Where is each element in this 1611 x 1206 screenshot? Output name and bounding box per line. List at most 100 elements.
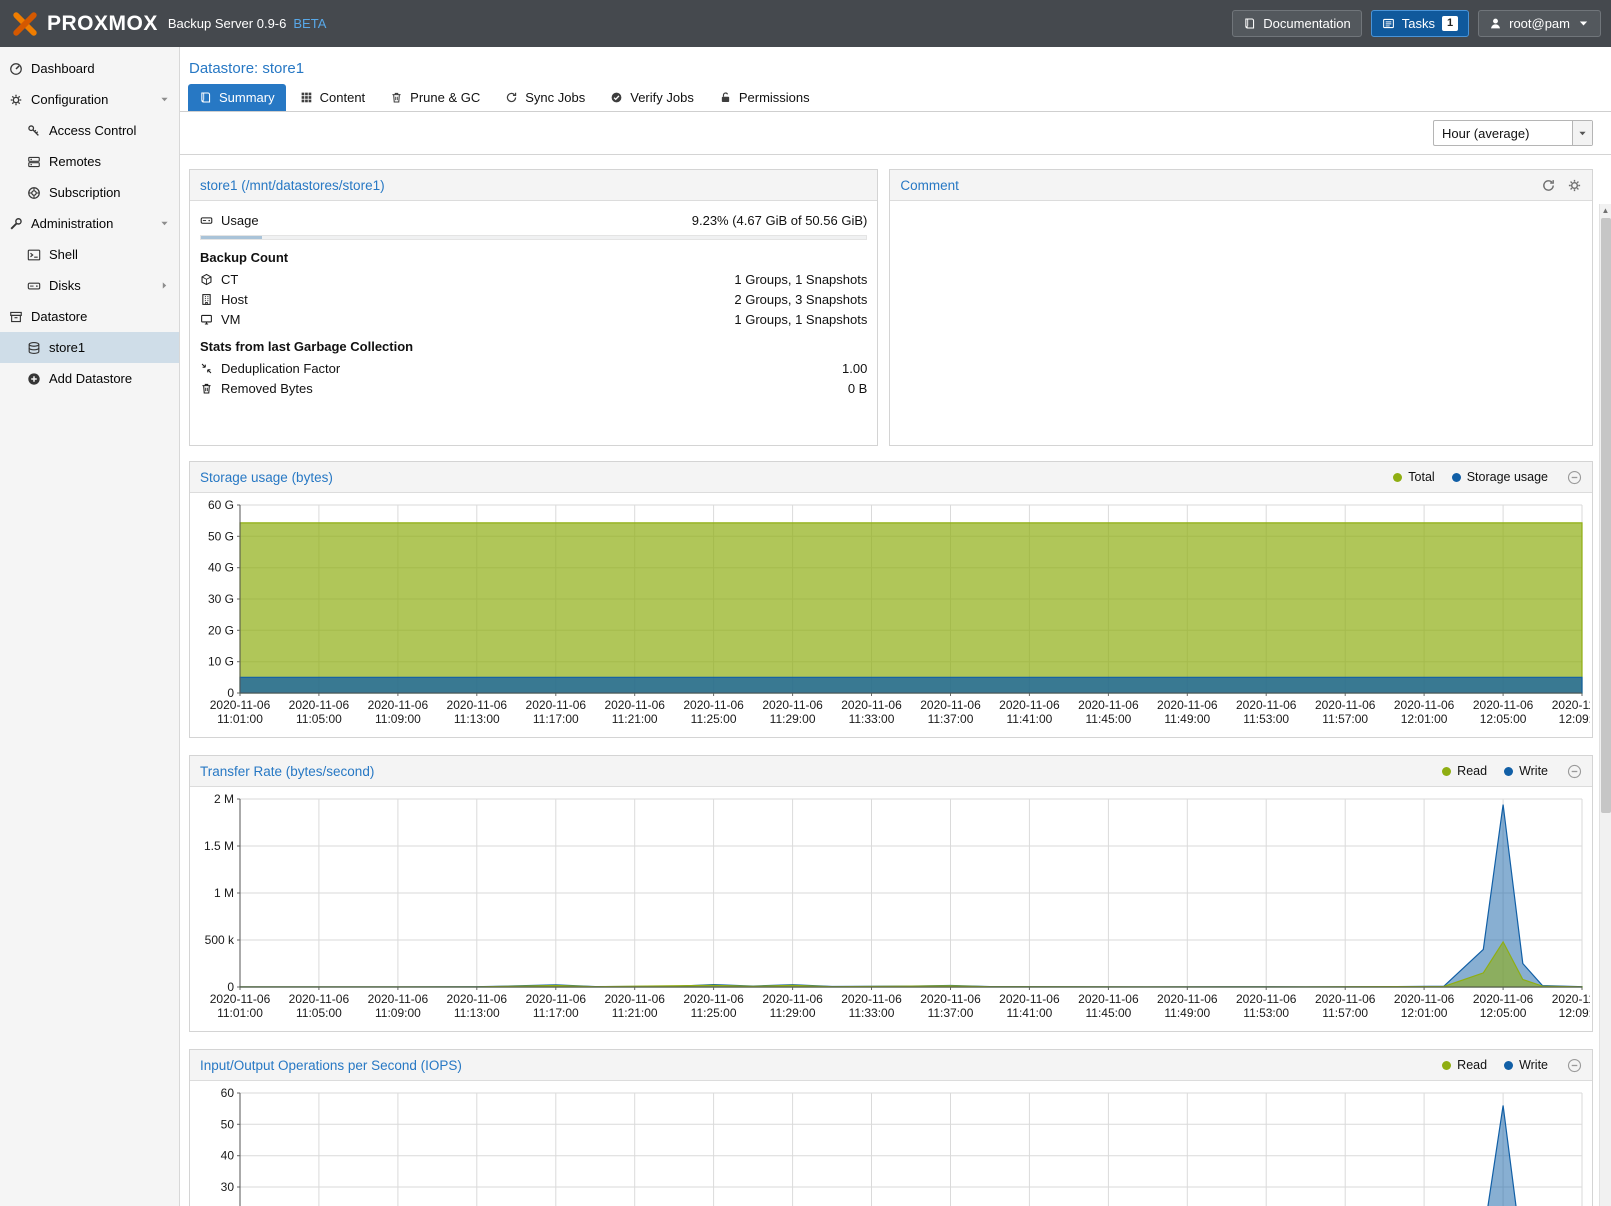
legend-dot xyxy=(1504,1061,1513,1070)
legend-item[interactable]: Total xyxy=(1393,470,1434,484)
svg-text:2 M: 2 M xyxy=(214,792,234,806)
svg-text:2020-11-0611:09:00: 2020-11-0611:09:00 xyxy=(368,698,429,726)
wrench-icon xyxy=(9,217,23,231)
time-range-select[interactable]: Hour (average) xyxy=(1433,120,1593,146)
comment-content[interactable] xyxy=(890,201,1592,445)
usage-progress-fill xyxy=(201,236,262,239)
svg-text:2020-11-0611:41:00: 2020-11-0611:41:00 xyxy=(999,992,1060,1020)
scroll-up-arrow[interactable]: ▲ xyxy=(1600,204,1611,217)
legend-item[interactable]: Read xyxy=(1442,764,1487,778)
row-value: 0 B xyxy=(848,381,868,396)
tab-content[interactable]: Content xyxy=(289,84,377,111)
support-icon xyxy=(27,186,41,200)
svg-text:1.5 M: 1.5 M xyxy=(204,839,234,853)
sidebar-item-datastore[interactable]: Datastore xyxy=(0,301,179,332)
expander-right-icon[interactable] xyxy=(159,280,170,291)
datastore-summary-panel: store1 (/mnt/datastores/store1) Usage 9.… xyxy=(189,169,878,446)
plus-circle-icon xyxy=(27,372,41,386)
chart-title: Storage usage (bytes) xyxy=(200,470,333,485)
tasks-icon xyxy=(1382,17,1395,30)
row-label: Removed Bytes xyxy=(221,381,313,396)
sidebar-item-label: Dashboard xyxy=(31,61,95,76)
svg-text:2020-11-0611:41:00: 2020-11-0611:41:00 xyxy=(999,698,1060,726)
usage-progress-bar xyxy=(200,235,867,240)
svg-text:2020-11-0611:29:00: 2020-11-0611:29:00 xyxy=(762,698,823,726)
sidebar-item-remotes[interactable]: Remotes xyxy=(0,146,179,177)
cube-icon xyxy=(200,273,213,286)
collapse-icon[interactable] xyxy=(1567,1058,1582,1073)
documentation-button[interactable]: Documentation xyxy=(1232,10,1361,37)
building-icon xyxy=(200,293,213,306)
storage-usage-chart: 2020-11-0611:01:002020-11-0611:05:002020… xyxy=(192,495,1590,735)
tab-permissions[interactable]: Permissions xyxy=(708,84,821,111)
svg-text:2020-11-0611:45:00: 2020-11-0611:45:00 xyxy=(1078,698,1139,726)
svg-text:60 G: 60 G xyxy=(208,498,234,512)
svg-text:0: 0 xyxy=(227,686,234,700)
trash-icon xyxy=(390,91,403,104)
transfer-rate-panel: Transfer Rate (bytes/second) ReadWrite 2… xyxy=(189,755,1593,1032)
sidebar-item-store1[interactable]: store1 xyxy=(0,332,179,363)
sidebar-item-disks[interactable]: Disks xyxy=(0,270,179,301)
svg-text:2020-11-0611:01:00: 2020-11-0611:01:00 xyxy=(210,992,271,1020)
svg-text:2020-11-0611:17:00: 2020-11-0611:17:00 xyxy=(526,992,587,1020)
reload-icon[interactable] xyxy=(1541,178,1556,193)
gear-icon[interactable] xyxy=(1567,178,1582,193)
svg-text:2020-11-0611:33:00: 2020-11-0611:33:00 xyxy=(841,698,902,726)
expander-down-icon[interactable] xyxy=(159,218,170,229)
tab-label: Summary xyxy=(219,90,275,105)
sidebar-item-shell[interactable]: Shell xyxy=(0,239,179,270)
chevron-down-icon xyxy=(1577,17,1590,30)
sidebar-item-configuration[interactable]: Configuration xyxy=(0,84,179,115)
collapse-icon[interactable] xyxy=(1567,470,1582,485)
ct-row: CT 1 Groups, 1 Snapshots xyxy=(200,269,867,289)
tab-label: Permissions xyxy=(739,90,810,105)
legend-label: Read xyxy=(1457,764,1487,778)
panel-title: Comment xyxy=(900,178,959,193)
brand-text: PROXMOX xyxy=(47,12,158,36)
collapse-icon[interactable] xyxy=(1567,764,1582,779)
svg-text:2020-11-0611:21:00: 2020-11-0611:21:00 xyxy=(604,992,665,1020)
vertical-scrollbar[interactable]: ▲ xyxy=(1599,204,1611,1206)
legend-dot xyxy=(1504,767,1513,776)
dashboard-icon xyxy=(9,62,23,76)
svg-text:2020-11-0611:13:00: 2020-11-0611:13:00 xyxy=(447,992,508,1020)
sidebar-item-subscription[interactable]: Subscription xyxy=(0,177,179,208)
tab-sync-jobs[interactable]: Sync Jobs xyxy=(494,84,596,111)
svg-text:2020-11-0612:01:00: 2020-11-0612:01:00 xyxy=(1394,698,1455,726)
chevron-down-icon[interactable] xyxy=(1572,121,1592,145)
proxmox-x-icon xyxy=(10,11,40,37)
expander-down-icon[interactable] xyxy=(159,94,170,105)
usage-row: Usage 9.23% (4.67 GiB of 50.56 GiB) xyxy=(200,210,867,230)
sidebar-item-administration[interactable]: Administration xyxy=(0,208,179,239)
tasks-button[interactable]: Tasks 1 xyxy=(1371,10,1469,37)
sidebar-item-add-datastore[interactable]: Add Datastore xyxy=(0,363,179,394)
tab-prune-gc[interactable]: Prune & GC xyxy=(379,84,491,111)
row-label: VM xyxy=(221,312,241,327)
sidebar-item-dashboard[interactable]: Dashboard xyxy=(0,53,179,84)
legend-item[interactable]: Write xyxy=(1504,764,1548,778)
user-menu-button[interactable]: root@pam xyxy=(1478,10,1601,37)
svg-text:2020-11-0611:09:00: 2020-11-0611:09:00 xyxy=(368,992,429,1020)
legend-item[interactable]: Write xyxy=(1504,1058,1548,1072)
sidebar-item-access-control[interactable]: Access Control xyxy=(0,115,179,146)
scrollbar-thumb[interactable] xyxy=(1601,218,1611,813)
iops-chart: 2020-11-0611:01:002020-11-0611:05:002020… xyxy=(192,1083,1590,1206)
svg-text:2020-11-0611:37:00: 2020-11-0611:37:00 xyxy=(920,698,981,726)
svg-text:2020-11-0611:29:00: 2020-11-0611:29:00 xyxy=(762,992,823,1020)
beta-link[interactable]: BETA xyxy=(293,16,326,31)
legend-dot xyxy=(1442,1061,1451,1070)
legend-item[interactable]: Storage usage xyxy=(1452,470,1548,484)
svg-text:20 G: 20 G xyxy=(208,623,234,637)
svg-text:2020-11-0611:01:00: 2020-11-0611:01:00 xyxy=(210,698,271,726)
user-icon xyxy=(1489,17,1502,30)
tab-summary[interactable]: Summary xyxy=(188,84,286,111)
sidebar-item-label: Subscription xyxy=(49,185,121,200)
legend-item[interactable]: Read xyxy=(1442,1058,1487,1072)
page-title: Datastore: store1 xyxy=(180,47,1611,84)
svg-text:0: 0 xyxy=(227,980,234,994)
tab-verify-jobs[interactable]: Verify Jobs xyxy=(599,84,705,111)
terminal-icon xyxy=(27,248,41,262)
svg-text:2020-11-0611:45:00: 2020-11-0611:45:00 xyxy=(1078,992,1139,1020)
svg-text:40 G: 40 G xyxy=(208,561,234,575)
svg-text:2020-11-0612:05:00: 2020-11-0612:05:00 xyxy=(1473,698,1534,726)
